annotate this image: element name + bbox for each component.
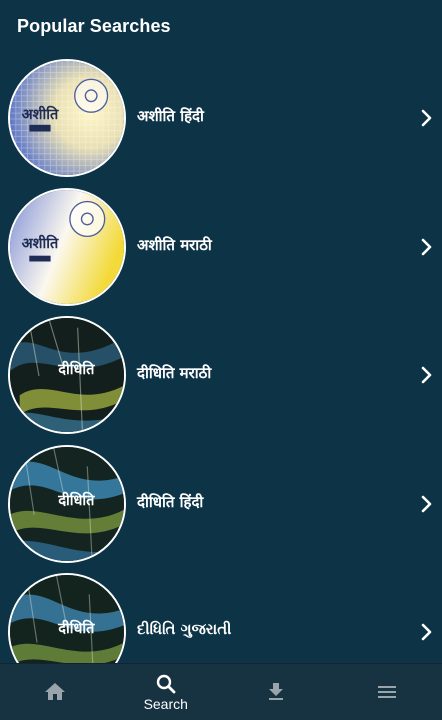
chevron-right-icon [421, 109, 432, 127]
cover-title-text: दीधिति [57, 619, 95, 637]
chevron-right-icon [421, 366, 432, 384]
book-cover-image: अशीति [8, 59, 126, 177]
chevron-right-icon [421, 624, 432, 641]
menu-icon [377, 686, 396, 698]
cover-title-text: दीधिति [57, 491, 95, 509]
cover-title-text: अशीति [22, 105, 59, 123]
nav-search[interactable]: Search [111, 664, 222, 720]
nav-menu[interactable] [332, 664, 442, 720]
cover-title-text: दीधिति [57, 360, 95, 378]
list-item[interactable]: अशीति अशीति मराठी [0, 185, 442, 314]
list-item-label: अशीति मराठी [137, 235, 212, 254]
popular-searches-list: अशीति अशीति हिंदी अशीति अशीति मराठी दीधि… [0, 56, 442, 699]
list-item-label: अशीति हिंदी [137, 107, 204, 125]
nav-home[interactable] [0, 664, 111, 720]
book-cover-image: दीधिति [8, 316, 126, 435]
nav-downloads[interactable] [221, 664, 332, 720]
list-item[interactable]: अशीति अशीति हिंदी [0, 56, 442, 185]
cover-title-text: अशीति [22, 234, 59, 252]
search-icon [156, 674, 176, 694]
list-item-label: દીધિતિ ગુજરાતી [137, 620, 232, 639]
list-item-label: दीधिति हिंदी [137, 492, 204, 511]
list-item[interactable]: दीधिति दीधिति मराठी [0, 313, 442, 442]
bottom-navigation-bar: Search [0, 663, 442, 720]
book-cover-image: दीधिति [8, 444, 126, 563]
list-item-label: दीधिति मराठी [137, 364, 212, 383]
list-item[interactable]: दीधिति दीधिति हिंदी [0, 442, 442, 571]
book-cover-image: अशीति [8, 187, 126, 306]
chevron-right-icon [421, 238, 432, 255]
nav-search-label: Search [143, 696, 188, 712]
download-icon [269, 683, 284, 700]
chevron-right-icon [421, 495, 432, 513]
home-icon [45, 683, 66, 700]
page-title: Popular Searches [17, 16, 171, 36]
